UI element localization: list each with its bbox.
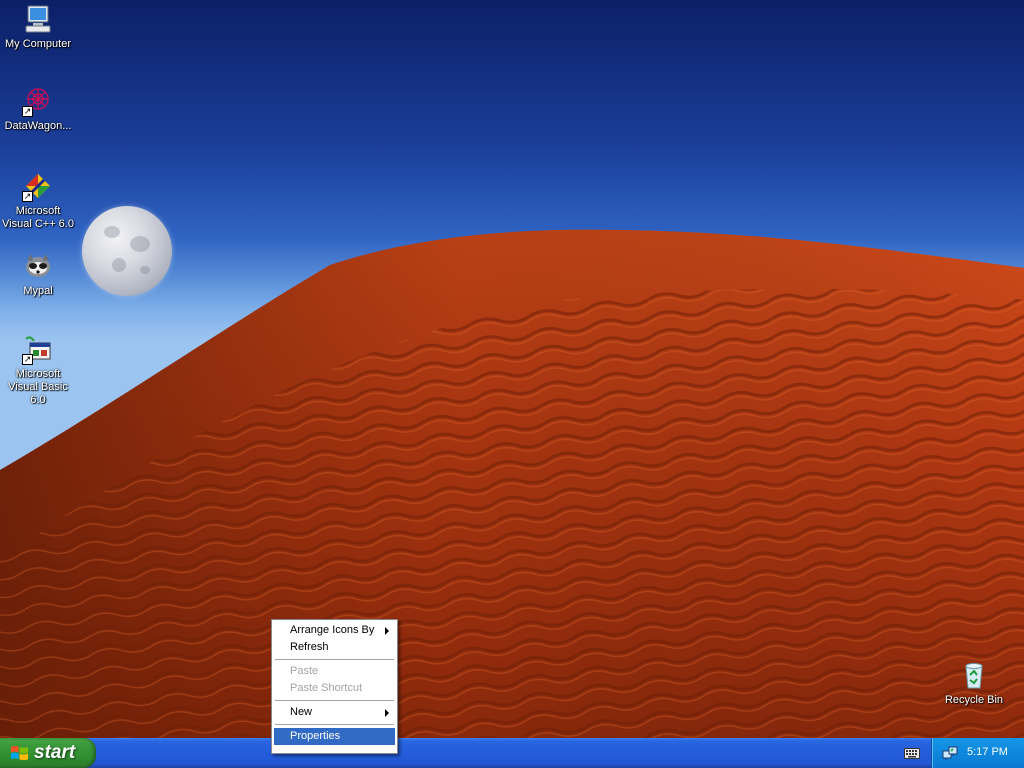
submenu-arrow-icon <box>385 709 389 717</box>
menu-item-paste-shortcut: Paste Shortcut <box>274 680 395 697</box>
desktop-icon-label: Microsoft Visual C++ 6.0 <box>2 205 74 230</box>
desktop-icon-my-computer[interactable]: My Computer <box>0 3 76 51</box>
shortcut-arrow-icon: ↗ <box>22 191 33 202</box>
desktop[interactable]: My Computer ↗ DataWagon... ↗ Microsoft V… <box>0 0 1024 738</box>
menu-separator <box>275 724 394 725</box>
desktop-icon-label: Mypal <box>23 285 53 297</box>
desktop-context-menu: Arrange Icons By Refresh Paste Paste Sho… <box>271 619 398 754</box>
moon <box>82 206 172 296</box>
menu-item-label: Refresh <box>290 641 329 653</box>
desktop-icon-label: DataWagon... <box>4 120 72 132</box>
mypal-icon <box>22 250 54 282</box>
shortcut-arrow-icon: ↗ <box>22 354 33 365</box>
desktop-icon-visual-basic[interactable]: ↗ Microsoft Visual Basic 6.0 <box>0 333 76 407</box>
menu-separator <box>275 700 394 701</box>
menu-item-new[interactable]: New <box>274 704 395 721</box>
shortcut-arrow-icon: ↗ <box>22 106 33 117</box>
menu-item-paste: Paste <box>274 663 395 680</box>
computer-icon <box>22 3 54 35</box>
desktop-icon-label: Recycle Bin <box>944 694 1004 706</box>
menu-item-label: Paste <box>290 665 319 677</box>
visual-basic-icon: ↗ <box>22 333 54 365</box>
keyboard-icon[interactable] <box>904 746 920 760</box>
menu-item-label: Properties <box>290 730 341 742</box>
menu-item-label: New <box>290 706 313 718</box>
menu-item-label: Paste Shortcut <box>290 682 363 694</box>
network-icon[interactable] <box>942 745 958 761</box>
visual-cpp-icon: ↗ <box>22 170 54 202</box>
wallpaper-dunes <box>0 229 1024 738</box>
desktop-icon-mypal[interactable]: Mypal <box>0 250 76 298</box>
desktop-icon-recycle-bin[interactable]: Recycle Bin <box>936 659 1012 707</box>
desktop-icon-label: My Computer <box>4 38 72 50</box>
menu-item-properties[interactable]: Properties <box>274 728 395 745</box>
clock[interactable]: 5:17 PM <box>967 746 1008 758</box>
system-tray: 5:17 PM <box>931 738 1024 768</box>
start-label: start <box>34 742 76 763</box>
desktop-icon-datawagon[interactable]: ↗ DataWagon... <box>0 85 76 133</box>
start-button[interactable]: start <box>0 738 96 768</box>
menu-item-refresh[interactable]: Refresh <box>274 639 395 656</box>
datawagon-icon: ↗ <box>22 85 54 117</box>
recycle-bin-icon <box>958 659 990 691</box>
desktop-icon-label: Microsoft Visual Basic 6.0 <box>8 368 68 406</box>
taskbar[interactable]: start <box>0 738 1024 768</box>
windows-logo-icon <box>10 745 29 761</box>
menu-separator <box>275 659 394 660</box>
submenu-arrow-icon <box>385 627 389 635</box>
menu-item-arrange-icons-by[interactable]: Arrange Icons By <box>274 622 395 639</box>
desktop-icon-visual-cpp[interactable]: ↗ Microsoft Visual C++ 6.0 <box>0 170 76 231</box>
menu-item-label: Arrange Icons By <box>290 624 375 636</box>
